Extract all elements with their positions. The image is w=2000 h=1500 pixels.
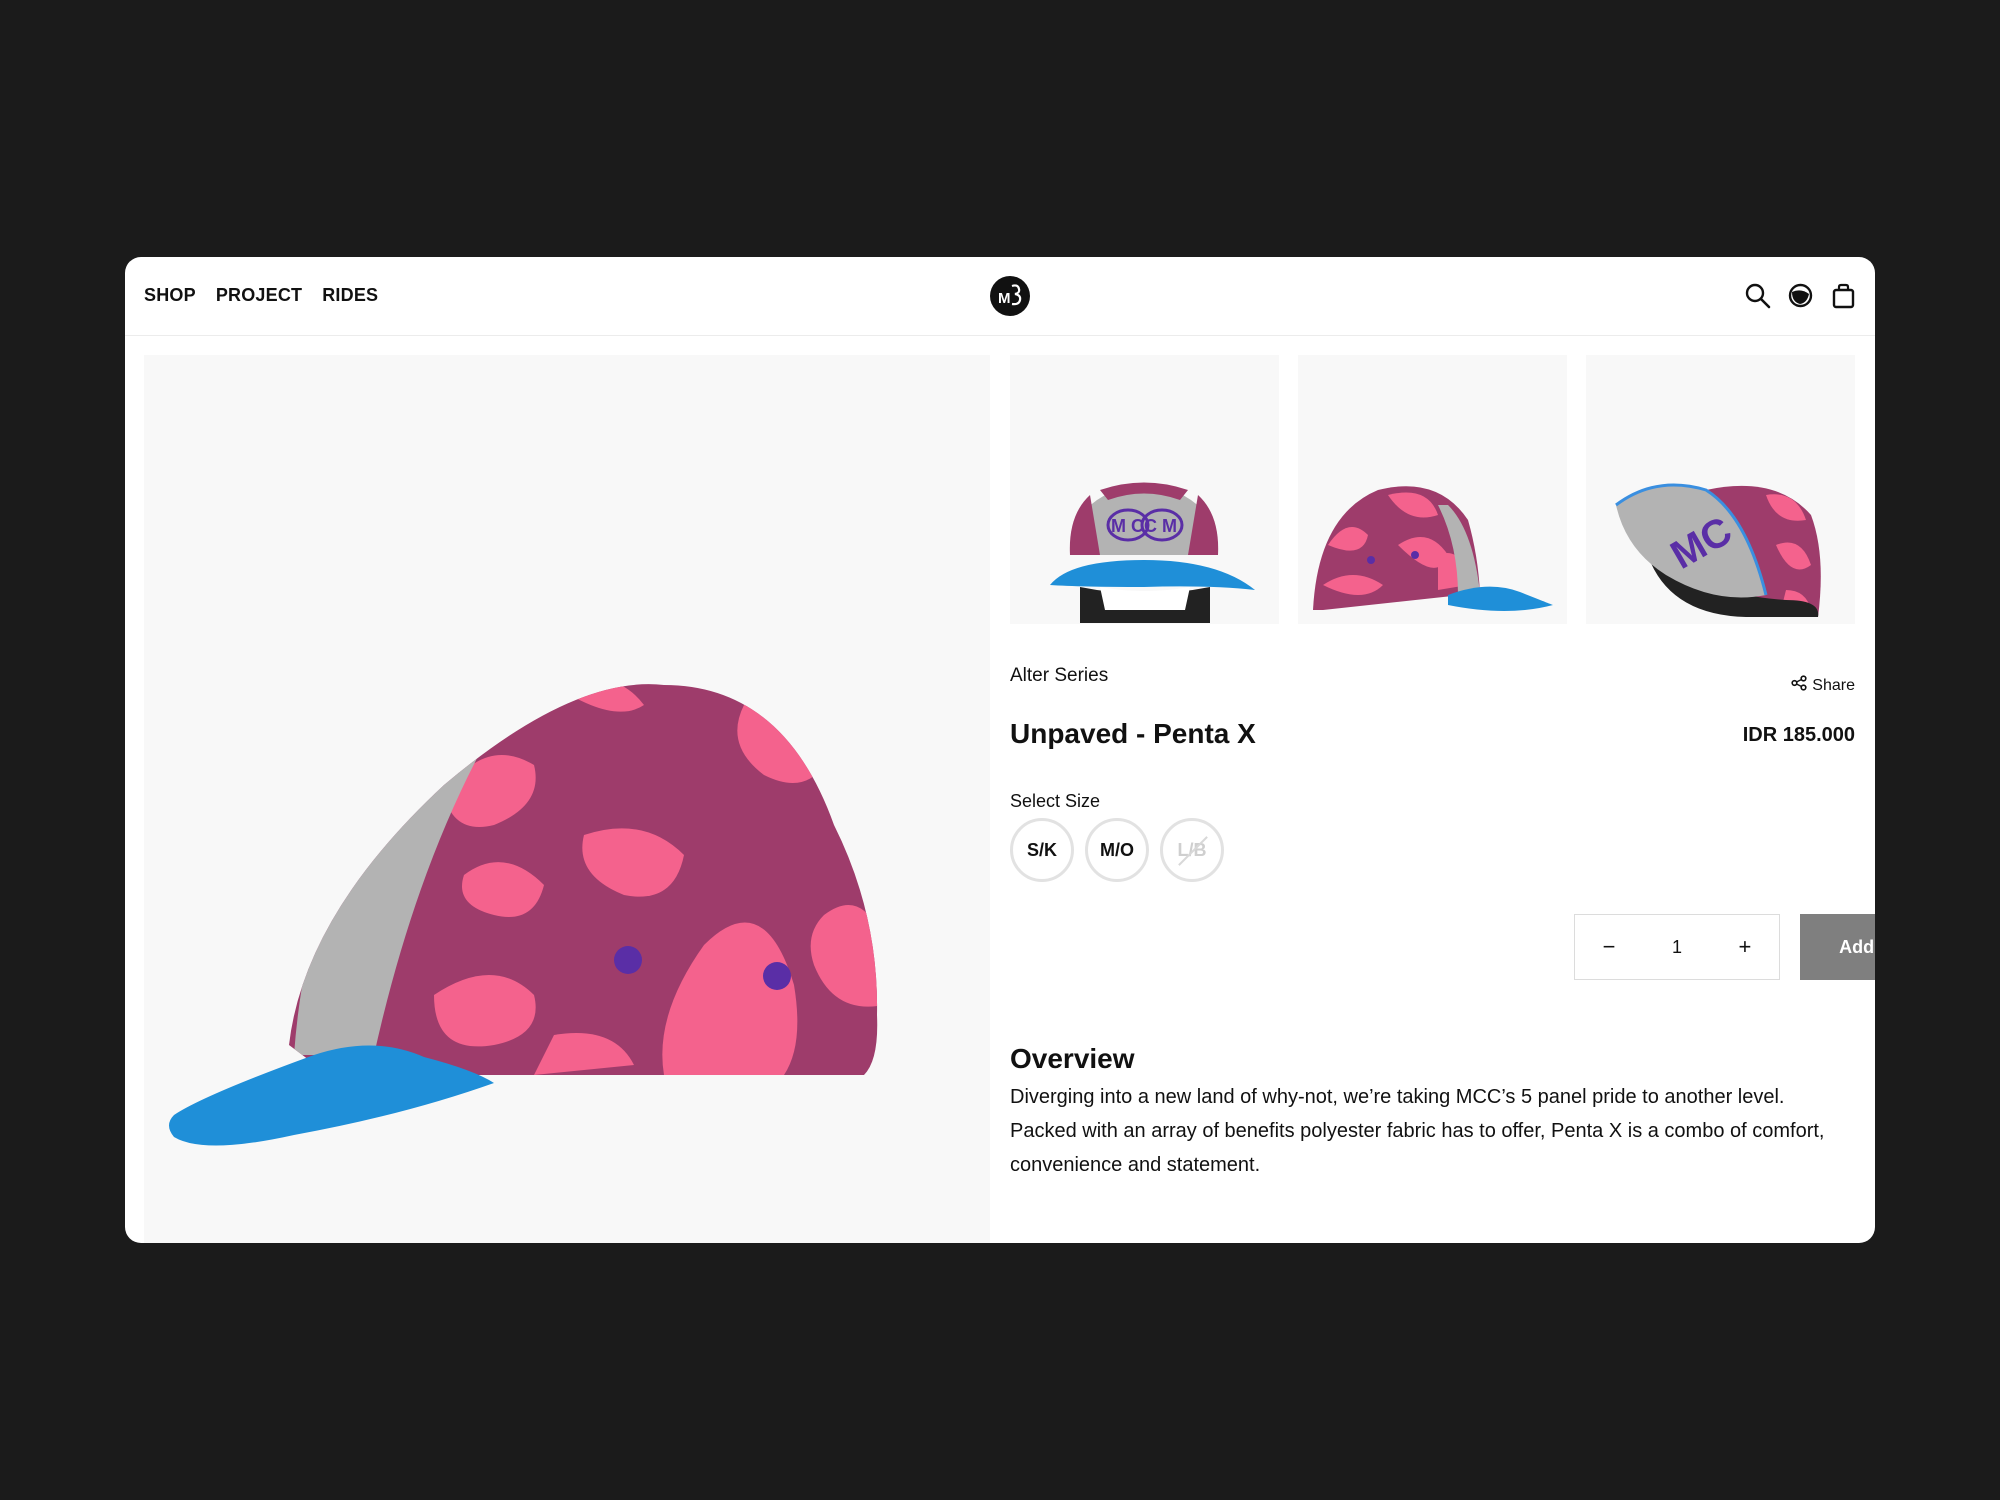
header: SHOP PROJECT RIDES M [125,257,1875,336]
share-label: Share [1812,676,1855,694]
thumbnail-front[interactable]: M CC M [1010,355,1279,624]
product-page-window: SHOP PROJECT RIDES M M CC M MC Alter Ser… [125,257,1875,1243]
main-product-image [144,355,990,1243]
thumbnail-side[interactable] [1298,355,1567,624]
account-icon[interactable] [1787,282,1814,309]
overview-text: Diverging into a new land of why-not, we… [1010,1086,1825,1176]
quantity-value[interactable]: 1 [1672,937,1682,958]
thumb-logo-text: M CC M [1111,516,1177,536]
decrease-quantity-button[interactable]: − [1575,915,1643,979]
increase-quantity-button[interactable]: + [1711,915,1779,979]
size-option-label: M/O [1100,839,1134,860]
main-nav: SHOP PROJECT RIDES [144,285,378,306]
share-icon [1791,675,1807,696]
nav-rides[interactable]: RIDES [322,285,378,306]
search-icon[interactable] [1744,282,1771,309]
product-title: Unpaved - Penta X [1010,718,1256,749]
nav-project[interactable]: PROJECT [216,285,302,306]
nav-shop[interactable]: SHOP [144,285,196,306]
product-price: IDR 185.000 [1742,724,1855,746]
size-option-m[interactable]: M/O [1085,818,1149,882]
thumbnail-underside[interactable]: MC [1586,355,1855,624]
product-series: Alter Series [1010,665,1109,686]
size-option-l-unavailable: L/B [1160,818,1224,882]
svg-text:M: M [998,290,1011,307]
overview-heading: Overview [1010,1043,1135,1074]
size-selector: S/K M/O L/B [1010,818,1224,882]
bag-icon[interactable] [1830,282,1857,309]
add-to-cart-button[interactable]: Add To Cart [1800,914,1875,980]
header-actions [1744,282,1857,309]
size-label: Select Size [1010,791,1101,811]
mcc-logo-icon[interactable]: M [990,276,1030,316]
size-option-label: S/K [1026,839,1057,860]
share-button[interactable]: Share [1791,675,1855,696]
size-option-s[interactable]: S/K [1010,818,1074,882]
quantity-stepper: − 1 + [1574,914,1780,980]
